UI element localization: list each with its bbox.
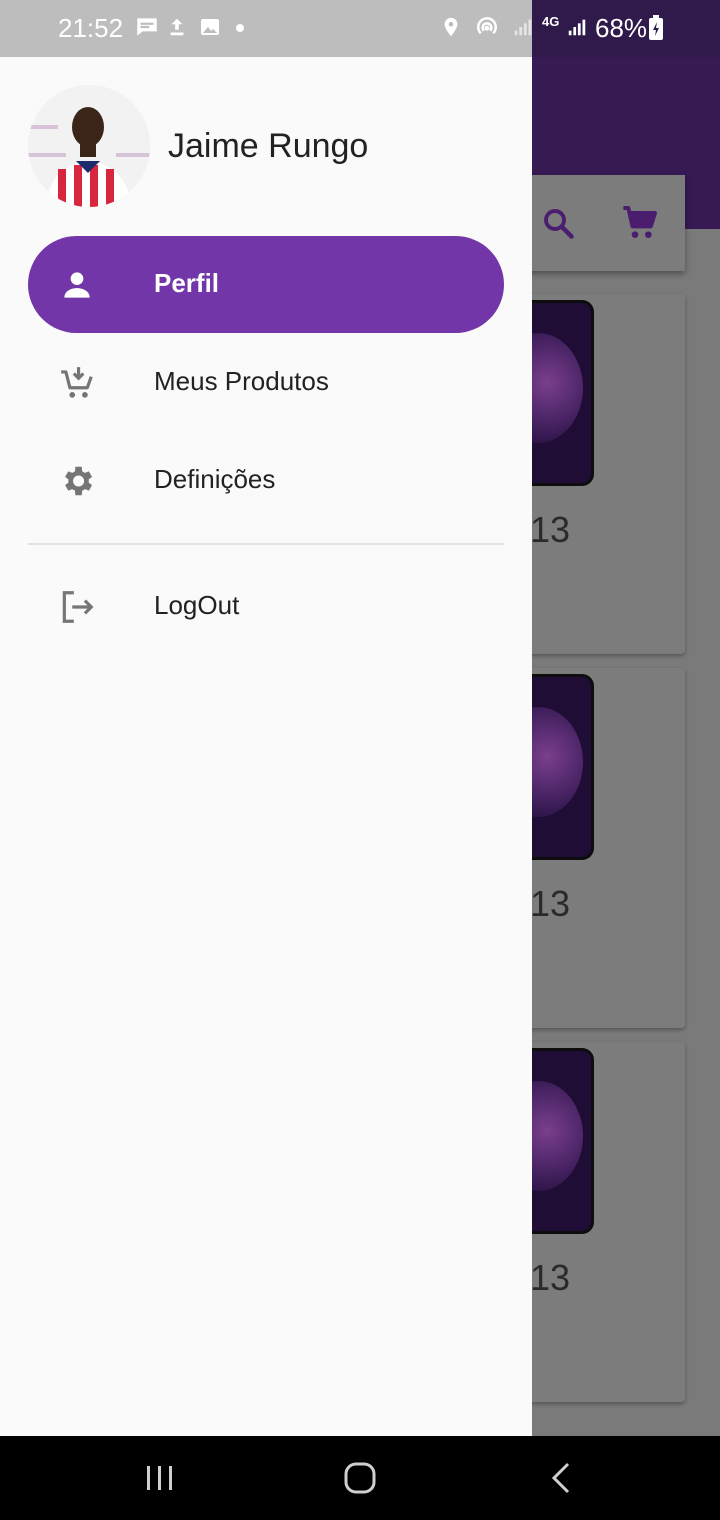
user-name: Jaime Rungo [168, 127, 369, 165]
person-icon [64, 272, 90, 298]
divider [28, 543, 504, 545]
product-title: 13 [530, 1257, 571, 1298]
home-icon[interactable] [340, 1458, 380, 1498]
system-nav-bar [0, 1436, 720, 1520]
message-icon [137, 18, 157, 36]
navigation-drawer: Jaime Rungo Perfil Meus Produtos Definiç… [0, 57, 532, 1436]
product-title: 13 [530, 509, 571, 550]
menu-item-definicoes[interactable]: Definições [28, 432, 504, 529]
back-icon[interactable] [542, 1458, 582, 1498]
product-title: 13 [530, 883, 571, 924]
signal-icon [514, 19, 532, 36]
location-icon [444, 17, 458, 37]
signal-icon [568, 19, 586, 36]
image-icon [201, 19, 219, 35]
network-type: 4G [542, 14, 560, 29]
recent-apps-icon[interactable] [140, 1458, 180, 1498]
menu-item-label: Meus Produtos [154, 366, 329, 396]
logout-button[interactable]: LogOut [28, 558, 504, 655]
cart-icon[interactable] [620, 203, 660, 243]
avatar-image [28, 85, 150, 207]
upload-icon [170, 18, 184, 36]
status-time: 21:52 [58, 13, 124, 43]
gear-icon [65, 466, 93, 496]
logout-icon [62, 591, 94, 623]
menu-item-perfil[interactable]: Perfil [28, 236, 504, 333]
status-bar: 21:52 4G 68% [0, 0, 720, 57]
dot-icon [236, 24, 244, 32]
avatar[interactable] [28, 85, 150, 207]
battery-percent: 68% [595, 13, 648, 43]
search-icon[interactable] [540, 205, 576, 241]
cart-add-icon [61, 367, 93, 398]
menu-item-label: Perfil [154, 268, 220, 298]
menu-item-label: Definições [154, 464, 276, 494]
battery-icon [649, 15, 663, 40]
logout-label: LogOut [154, 590, 240, 620]
hotspot-icon [477, 17, 497, 35]
menu-item-meus-produtos[interactable]: Meus Produtos [28, 334, 504, 431]
